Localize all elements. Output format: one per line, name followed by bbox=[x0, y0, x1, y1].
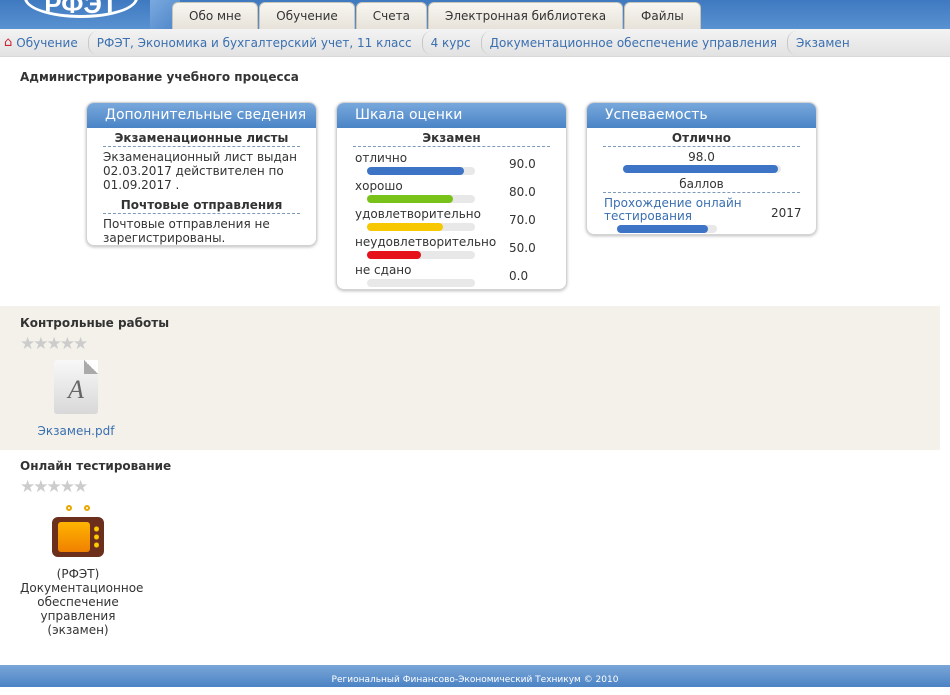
breadcrumb-item[interactable]: 4 курс bbox=[421, 30, 481, 55]
score-bar bbox=[623, 165, 781, 173]
scale-row: неудовлетворительно 50.0 bbox=[353, 233, 550, 261]
page-title: Администрирование учебного процесса bbox=[20, 70, 299, 84]
breadcrumb-item[interactable]: Обучение bbox=[12, 31, 87, 55]
grade-scale-panel: Шкала оценки Экзамен отлично 90.0 хорошо 80… bbox=[336, 102, 567, 290]
rating-stars[interactable]: ★★★★★ bbox=[20, 477, 88, 497]
tab-study[interactable]: Обучение bbox=[259, 2, 355, 30]
scale-value: 90.0 bbox=[509, 157, 536, 171]
scale-row: не сдано 0.0 bbox=[353, 261, 550, 289]
breadcrumb-item[interactable]: Документационное обеспечение управления bbox=[480, 30, 787, 55]
scale-label: неудовлетворительно bbox=[355, 235, 497, 249]
panel-title: Успеваемость bbox=[587, 103, 816, 128]
logo[interactable]: РФЭТ bbox=[24, 0, 138, 18]
footer: Региональный Финансово-Экономический Тех… bbox=[0, 665, 950, 687]
score-unit: баллов bbox=[603, 174, 800, 193]
testing-bar bbox=[617, 225, 717, 233]
scale-row: хорошо 80.0 bbox=[353, 177, 550, 205]
breadcrumb-item[interactable]: РФЭТ, Экономика и бухгалтерский учет, 11… bbox=[87, 30, 422, 55]
rating-stars[interactable]: ★★★★★ bbox=[20, 334, 88, 354]
section-title: Контрольные работы bbox=[20, 316, 170, 330]
scale-bar bbox=[367, 223, 475, 231]
online-testing-link[interactable]: Прохождение онлайн тестирования bbox=[604, 197, 754, 223]
testing-year: 2017 bbox=[771, 206, 802, 220]
panel-title: Шкала оценки bbox=[337, 103, 566, 128]
section-title: Онлайн тестирование bbox=[20, 459, 172, 473]
tab-accounts[interactable]: Счета bbox=[355, 2, 427, 30]
scale-bar bbox=[367, 251, 475, 259]
online-test-label[interactable]: (РФЭТ) Документационное обеспечение упра… bbox=[20, 567, 143, 637]
mail-text: Почтовые отправления не зарегистрированы… bbox=[103, 217, 270, 245]
scale-value: 70.0 bbox=[509, 213, 536, 227]
score-value: 98.0 bbox=[688, 150, 715, 164]
scale-value: 80.0 bbox=[509, 185, 536, 199]
scale-bar bbox=[367, 195, 475, 203]
home-icon[interactable]: ⌂ bbox=[4, 35, 12, 50]
grade-label: Отлично bbox=[603, 128, 800, 147]
tv-icon bbox=[52, 505, 104, 557]
scale-bar-fill bbox=[367, 223, 443, 231]
exam-sheets-text: Экзаменационный лист выдан 02.03.2017 де… bbox=[103, 150, 297, 192]
scale-bar-fill bbox=[367, 167, 465, 175]
tab-about[interactable]: Обо мне bbox=[172, 2, 259, 30]
breadcrumb: ⌂ Обучение РФЭТ, Экономика и бухгалтерск… bbox=[0, 29, 950, 57]
scale-bar bbox=[367, 167, 475, 175]
file-item[interactable]: A Экзамен.pdf bbox=[18, 360, 134, 438]
panel-title: Дополнительные сведения bbox=[87, 103, 316, 128]
online-test-item[interactable]: (РФЭТ) Документационное обеспечение упра… bbox=[20, 505, 143, 637]
info-panel: Дополнительные сведения Экзаменационные … bbox=[86, 102, 317, 246]
document-icon: A bbox=[54, 360, 98, 414]
scale-label: хорошо bbox=[355, 179, 403, 193]
main-tabs: Обо мне Обучение Счета Электронная библи… bbox=[172, 2, 702, 30]
mail-heading: Почтовые отправления bbox=[103, 195, 300, 214]
scale-value: 0.0 bbox=[509, 269, 529, 283]
scale-row: отлично 90.0 bbox=[353, 149, 550, 177]
scale-heading: Экзамен bbox=[353, 128, 550, 147]
breadcrumb-item[interactable]: Экзамен bbox=[787, 30, 860, 55]
scale-row: удовлетворительно 70.0 bbox=[353, 205, 550, 233]
scale-value: 50.0 bbox=[509, 241, 536, 255]
scale-label: отлично bbox=[355, 151, 408, 165]
tab-files[interactable]: Файлы bbox=[624, 2, 701, 30]
scale-bar bbox=[367, 279, 475, 287]
file-link[interactable]: Экзамен.pdf bbox=[18, 424, 134, 438]
exam-sheets-heading: Экзаменационные листы bbox=[103, 128, 300, 147]
scale-bar-fill bbox=[367, 251, 421, 259]
progress-panel: Успеваемость Отлично 98.0 баллов Прохожд… bbox=[586, 102, 817, 235]
scale-label: не сдано bbox=[355, 263, 412, 277]
scale-label: удовлетворительно bbox=[355, 207, 481, 221]
scale-bar-fill bbox=[367, 195, 454, 203]
tab-library[interactable]: Электронная библиотека bbox=[427, 2, 624, 30]
